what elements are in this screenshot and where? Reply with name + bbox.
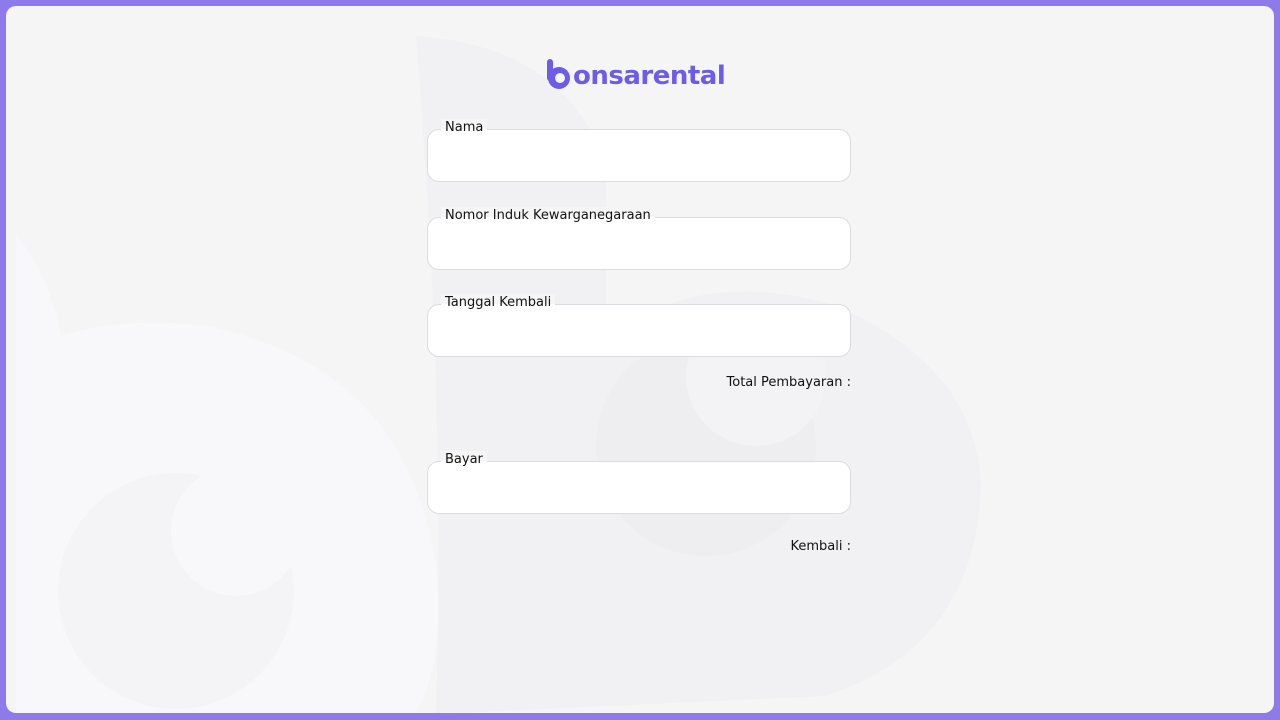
brand-logo: onsarental [546, 54, 726, 94]
kembali-label: Kembali : [790, 539, 852, 554]
tanggal-kembali-field[interactable]: Tanggal Kembali [427, 294, 851, 357]
total-pembayaran-label: Total Pembayaran : [726, 375, 851, 390]
nik-field[interactable]: Nomor Induk Kewarganegaraan [427, 207, 851, 270]
nama-label: Nama [441, 119, 488, 137]
tanggal-kembali-label: Tanggal Kembali [441, 294, 556, 312]
app-frame: onsarental Nama Nomor Induk Kewarganegar… [6, 6, 1274, 713]
nik-input[interactable] [442, 232, 838, 260]
tanggal-kembali-input[interactable] [442, 319, 838, 347]
background-logo-watermark [16, 36, 981, 713]
nama-field[interactable]: Nama [427, 119, 851, 182]
logo-b-icon [547, 59, 570, 89]
bayar-input[interactable] [442, 476, 838, 504]
logo-text: onsarental [573, 61, 726, 91]
bayar-label: Bayar [441, 451, 487, 469]
nama-input[interactable] [442, 144, 838, 172]
bayar-field[interactable]: Bayar [427, 451, 851, 514]
nik-label: Nomor Induk Kewarganegaraan [441, 207, 655, 225]
